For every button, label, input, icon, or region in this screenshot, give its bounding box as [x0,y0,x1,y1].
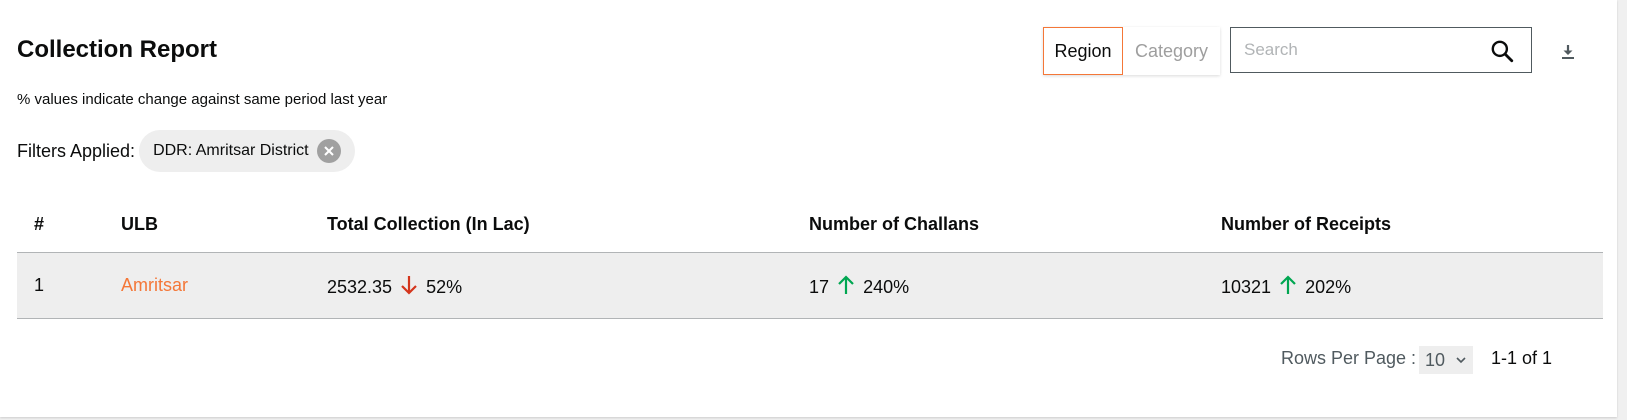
column-header-index[interactable]: # [17,197,104,253]
category-toggle-button[interactable]: Category [1123,27,1220,75]
challans-value: 17 [809,276,830,297]
close-circle-icon[interactable] [316,139,341,163]
column-header-challans[interactable]: Number of Challans [792,197,1204,253]
pagination-range: 1-1 of 1 [1491,348,1553,368]
report-card: Collection Report % values indicate chan… [0,0,1617,417]
download-icon[interactable] [1556,40,1580,64]
filters-bar: Filters Applied: DDR: Amritsar District [17,130,355,172]
ulb-link[interactable]: Amritsar [121,275,188,295]
total-collection-change: 52% [426,276,463,297]
chevron-down-icon [1456,357,1466,364]
filters-label: Filters Applied: [17,140,136,161]
page-subtitle: % values indicate change against same pe… [17,91,388,108]
arrow-up-icon [1280,274,1296,294]
column-header-total-collection[interactable]: Total Collection (In Lac) [310,197,792,253]
receipts-change: 202% [1305,276,1352,297]
challans-change: 240% [863,276,910,297]
search-input[interactable] [1242,39,1486,61]
report-table: # ULB Total Collection (In Lac) Number o… [17,197,1603,319]
column-header-receipts[interactable]: Number of Receipts [1204,197,1603,253]
table-row: 1 Amritsar 2532.35 52% 17 240% 10321 202… [17,252,1603,319]
row-ulb-cell: Amritsar [104,252,310,319]
row-challans: 17 240% [792,252,1204,319]
search-icon[interactable] [1489,38,1515,64]
page-title: Collection Report [17,36,218,63]
rows-per-page-value: 10 [1425,349,1446,370]
row-total-collection: 2532.35 52% [310,252,792,319]
filter-chip-label: DDR: Amritsar District [153,142,309,159]
filter-chip: DDR: Amritsar District [139,130,355,172]
column-header-ulb[interactable]: ULB [104,197,310,253]
arrow-up-icon [838,274,854,294]
receipts-value: 10321 [1221,276,1272,297]
region-toggle-button[interactable]: Region [1043,27,1123,75]
rows-per-page-select[interactable]: 10 [1419,346,1473,374]
row-receipts: 10321 202% [1204,252,1603,319]
row-index: 1 [17,252,104,319]
arrow-down-icon [401,275,417,295]
rows-per-page-label: Rows Per Page : [1281,348,1417,368]
search-box [1230,27,1532,73]
table-header-row: # ULB Total Collection (In Lac) Number o… [17,197,1603,253]
view-toggle: Region Category [1043,27,1220,75]
total-collection-value: 2532.35 [327,276,393,297]
